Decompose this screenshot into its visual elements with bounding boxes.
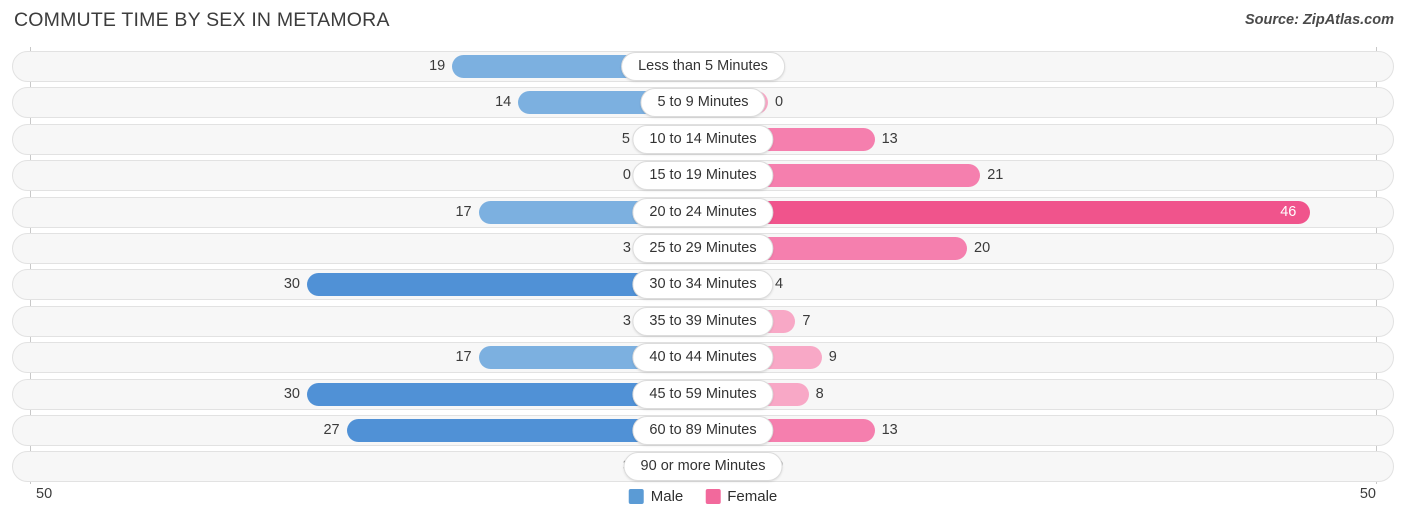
- table-row[interactable]: 27 13 60 to 89 Minutes: [12, 415, 1394, 446]
- bar-female[interactable]: [703, 200, 1311, 224]
- category-label: 60 to 89 Minutes: [632, 416, 774, 445]
- value-label-male: 3: [622, 240, 631, 256]
- axis-tick-left: 50: [36, 486, 53, 502]
- category-label: 40 to 44 Minutes: [632, 343, 774, 373]
- value-label-female: 21: [987, 167, 1004, 184]
- category-label: Less than 5 Minutes: [621, 52, 785, 81]
- legend-swatch-icon: [628, 489, 644, 504]
- value-label-male: 27: [323, 422, 340, 438]
- legend-item-female[interactable]: Female: [705, 488, 777, 505]
- legend-label: Male: [650, 488, 684, 505]
- table-row[interactable]: 0 21 15 to 19 Minutes: [12, 160, 1394, 192]
- table-row[interactable]: 3 7 35 to 39 Minutes: [12, 305, 1394, 337]
- value-label-female: 13: [881, 422, 898, 438]
- table-row[interactable]: 3 20 25 to 29 Minutes: [12, 233, 1394, 264]
- category-label: 30 to 34 Minutes: [632, 270, 774, 300]
- value-label-male: 17: [455, 203, 472, 220]
- value-label-male: 17: [455, 349, 472, 366]
- source-attribution: Source: ZipAtlas.com: [1244, 12, 1394, 28]
- value-label-male: 3: [622, 312, 631, 329]
- table-row[interactable]: 17 9 40 to 44 Minutes: [12, 342, 1394, 374]
- table-row[interactable]: 5 13 10 to 14 Minutes: [12, 123, 1394, 155]
- table-row[interactable]: 17 46 20 to 24 Minutes: [12, 196, 1394, 228]
- category-label: 25 to 29 Minutes: [632, 234, 774, 263]
- legend-item-male[interactable]: Male: [628, 488, 684, 505]
- category-label: 15 to 19 Minutes: [632, 161, 774, 191]
- table-row[interactable]: 30 4 30 to 34 Minutes: [12, 269, 1394, 301]
- axis-tick-right: 50: [1359, 486, 1376, 502]
- value-label-female: 20: [974, 240, 991, 256]
- value-label-female: 4: [775, 276, 784, 293]
- category-label: 35 to 39 Minutes: [632, 306, 774, 336]
- legend-label: Female: [727, 488, 778, 505]
- category-label: 90 or more Minutes: [623, 452, 783, 482]
- value-label-female: 8: [815, 385, 824, 402]
- chart-footer: 50 50 Male Female: [0, 484, 1406, 522]
- value-label-female: 46: [1280, 203, 1297, 220]
- value-label-female: 0: [775, 94, 784, 111]
- value-label-female: 7: [802, 312, 811, 329]
- page-title: COMMUTE TIME BY SEX IN METAMORA: [14, 9, 390, 31]
- legend-swatch-icon: [705, 489, 721, 504]
- value-label-female: 13: [881, 130, 898, 147]
- value-label-male: 14: [495, 94, 512, 111]
- table-row[interactable]: 3090 or more Minutes: [12, 451, 1394, 483]
- table-row[interactable]: 14 0 5 to 9 Minutes: [12, 87, 1394, 119]
- chart-legend: Male Female: [628, 488, 777, 505]
- category-label: 10 to 14 Minutes: [632, 124, 774, 154]
- table-row[interactable]: 30 8 45 to 59 Minutes: [12, 378, 1394, 410]
- table-row[interactable]: 190Less than 5 Minutes: [12, 51, 1394, 82]
- value-label-male: 5: [621, 130, 630, 147]
- value-label-male: 19: [429, 58, 446, 74]
- value-label-female: 9: [828, 349, 837, 366]
- category-label: 5 to 9 Minutes: [640, 88, 766, 118]
- value-label-male: 30: [283, 276, 300, 293]
- chart-plot-area: 190Less than 5 Minutes1405 to 9 Minutes5…: [0, 47, 1406, 484]
- category-label: 20 to 24 Minutes: [632, 197, 774, 227]
- value-label-male: 0: [622, 167, 631, 184]
- chart-page: COMMUTE TIME BY SEX IN METAMORA Source: …: [0, 0, 1406, 522]
- category-label: 45 to 59 Minutes: [632, 379, 774, 409]
- value-label-male: 30: [283, 385, 300, 402]
